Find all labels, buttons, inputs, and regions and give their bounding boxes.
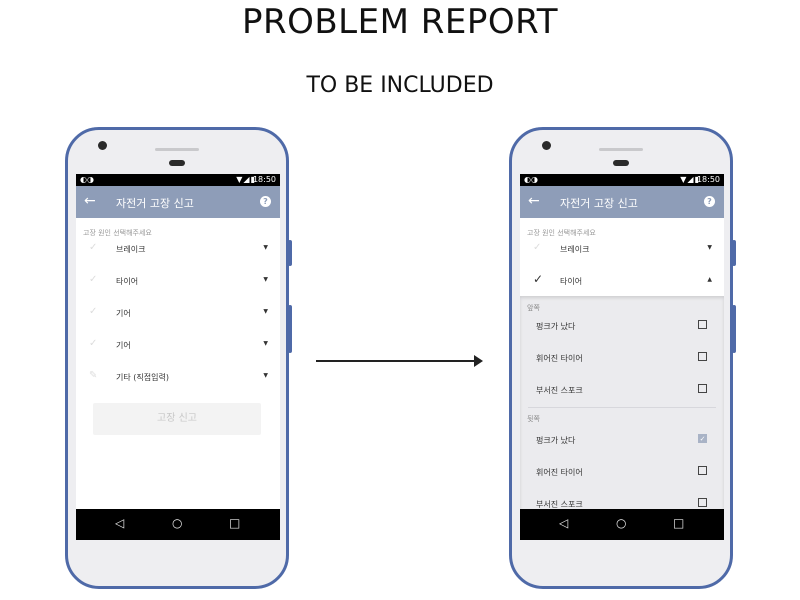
nav-recents-icon[interactable]: □ — [229, 516, 240, 530]
check-icon: ✓ — [89, 306, 98, 317]
nav-home-icon[interactable]: ○ — [172, 516, 182, 530]
nav-bar: ◁ ○ □ — [76, 509, 280, 540]
nav-back-icon[interactable]: ◁ — [559, 516, 568, 530]
app-bar-title: 자전거 고장 신고 — [116, 197, 194, 210]
chevron-down-icon: ▼ — [707, 244, 712, 251]
screen: ◐◑ ▼◢▮ 18:50 ← 자전거 고장 신고 ? 고장 원인 선택해주세요 … — [76, 174, 280, 540]
option-row-brake[interactable]: ✓ 브레이크 ▼ — [76, 234, 280, 266]
camera-icon — [98, 141, 107, 150]
help-icon[interactable]: ? — [260, 196, 271, 207]
chevron-down-icon: ▼ — [263, 276, 268, 283]
option-label: 휘어진 타이어 — [536, 468, 583, 477]
option-row-tire-expanded[interactable]: ✓ 타이어 ▲ — [520, 266, 724, 298]
earpiece — [599, 148, 643, 151]
checkbox[interactable] — [698, 498, 707, 507]
option-rear-bent-tire[interactable]: 휘어진 타이어 — [520, 461, 724, 485]
option-label: 기어 — [116, 341, 131, 350]
notification-icon: ◐◑ — [80, 175, 94, 184]
checkbox[interactable] — [698, 466, 707, 475]
app-bar: ← 자전거 고장 신고 ? — [76, 186, 280, 218]
option-label: 휘어진 타이어 — [536, 354, 583, 363]
option-front-bent-tire[interactable]: 휘어진 타이어 — [520, 347, 724, 371]
chevron-down-icon: ▼ — [263, 372, 268, 379]
power-button — [732, 305, 736, 353]
option-front-puncture[interactable]: 펑크가 났다 — [520, 315, 724, 339]
volume-button — [288, 240, 292, 266]
nav-bar: ◁ ○ □ — [520, 509, 724, 540]
check-icon: ✓ — [533, 242, 542, 253]
option-label: 기타 (직접입력) — [116, 373, 169, 382]
option-label: 부서진 스포크 — [536, 386, 583, 395]
app-bar-title: 자전거 고장 신고 — [560, 197, 638, 210]
nav-recents-icon[interactable]: □ — [673, 516, 684, 530]
power-button — [288, 305, 292, 353]
status-bar: ◐◑ ▼◢▮ 18:50 — [520, 174, 724, 186]
option-rear-puncture[interactable]: 펑크가 났다 ✓ — [520, 429, 724, 453]
earpiece — [155, 148, 199, 151]
status-time: 18:50 — [696, 175, 720, 184]
status-time: 18:50 — [252, 175, 276, 184]
option-label: 펑크가 났다 — [536, 322, 576, 331]
transition-arrow — [316, 360, 476, 362]
nav-back-icon[interactable]: ◁ — [115, 516, 124, 530]
option-label: 타이어 — [116, 277, 139, 286]
checkbox[interactable] — [698, 320, 707, 329]
chevron-down-icon: ▼ — [263, 340, 268, 347]
option-label: 브레이크 — [560, 245, 590, 254]
check-icon: ✓ — [89, 274, 98, 285]
phone-before: ◐◑ ▼◢▮ 18:50 ← 자전거 고장 신고 ? 고장 원인 선택해주세요 … — [65, 127, 292, 589]
notification-icon: ◐◑ — [524, 175, 538, 184]
back-arrow-icon[interactable]: ← — [84, 193, 96, 209]
option-row-tire[interactable]: ✓ 타이어 ▼ — [76, 266, 280, 298]
app-bar: ← 자전거 고장 신고 ? — [520, 186, 724, 218]
group-label-rear: 뒷쪽 — [527, 415, 540, 423]
check-icon: ✓ — [89, 242, 98, 253]
checkbox-checked[interactable]: ✓ — [698, 434, 707, 443]
status-bar: ◐◑ ▼◢▮ 18:50 — [76, 174, 280, 186]
option-row-gear-2[interactable]: ✓ 기어 ▼ — [76, 330, 280, 362]
option-row-brake[interactable]: ✓ 브레이크 ▼ — [520, 234, 724, 266]
chevron-up-icon: ▲ — [707, 276, 712, 283]
tire-options-panel: 앞쪽 펑크가 났다 휘어진 타이어 부서진 스포크 뒷쪽 펑크가 났다 ✓ 휘어… — [520, 296, 724, 540]
pencil-icon: ✎ — [89, 370, 98, 381]
volume-button — [732, 240, 736, 266]
speaker-icon — [613, 160, 629, 166]
chevron-down-icon: ▼ — [263, 244, 268, 251]
camera-icon — [542, 141, 551, 150]
arrow-head-icon — [474, 355, 483, 367]
checkbox[interactable] — [698, 384, 707, 393]
nav-home-icon[interactable]: ○ — [616, 516, 626, 530]
report-button[interactable]: 고장 신고 — [93, 403, 261, 435]
option-row-gear[interactable]: ✓ 기어 ▼ — [76, 298, 280, 330]
page-title: PROBLEM REPORT — [241, 2, 559, 42]
option-row-other[interactable]: ✎ 기타 (직접입력) ▼ — [76, 362, 280, 394]
checkbox[interactable] — [698, 352, 707, 361]
group-label-front: 앞쪽 — [527, 304, 540, 312]
help-icon[interactable]: ? — [704, 196, 715, 207]
option-label: 펑크가 났다 — [536, 436, 576, 445]
speaker-icon — [169, 160, 185, 166]
option-label: 기어 — [116, 309, 131, 318]
option-label: 브레이크 — [116, 245, 146, 254]
chevron-down-icon: ▼ — [263, 308, 268, 315]
check-icon: ✓ — [89, 338, 98, 349]
option-label: 타이어 — [560, 277, 583, 286]
back-arrow-icon[interactable]: ← — [528, 193, 540, 209]
group-divider — [528, 407, 716, 408]
page-subtitle: TO BE INCLUDED — [306, 73, 494, 98]
option-front-broken-spoke[interactable]: 부서진 스포크 — [520, 379, 724, 403]
screen: ◐◑ ▼◢▮ 18:50 ← 자전거 고장 신고 ? 고장 원인 선택해주세요 … — [520, 174, 724, 540]
check-icon: ✓ — [533, 272, 544, 286]
phone-after: ◐◑ ▼◢▮ 18:50 ← 자전거 고장 신고 ? 고장 원인 선택해주세요 … — [509, 127, 736, 589]
